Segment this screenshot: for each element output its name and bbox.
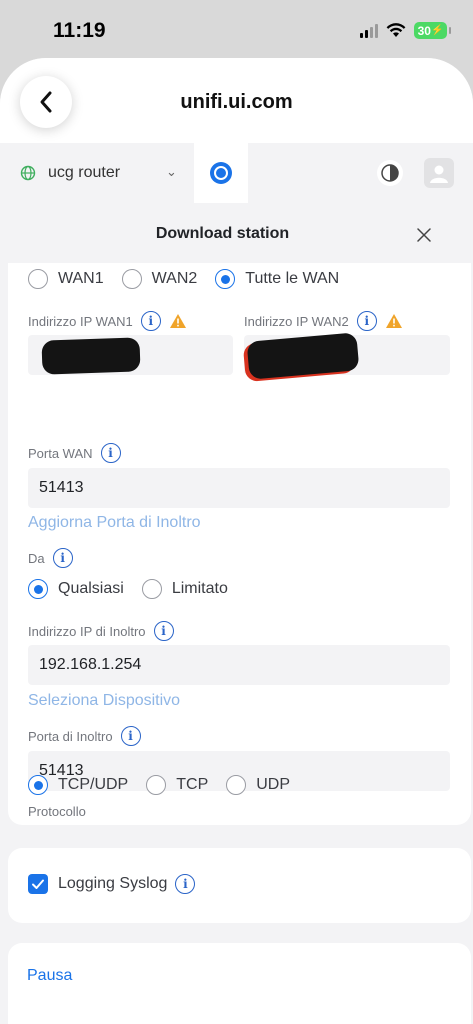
radio-all-wan-label: Tutte le WAN	[245, 270, 340, 287]
protocol-label: Protocollo	[28, 804, 86, 819]
forward-ip-label: Indirizzo IP di Inoltro	[28, 623, 146, 639]
chevron-down-icon[interactable]: ⌄	[166, 164, 177, 180]
forward-port-label: Porta di Inoltro	[28, 728, 113, 744]
port-forward-form: WAN1 WAN2 Tutte le WAN Indirizzo IP WAN1…	[8, 263, 471, 825]
status-icons: 30 ⚡	[360, 22, 451, 39]
contrast-icon	[381, 164, 399, 182]
radio-any-label: Qualsiasi	[58, 580, 124, 597]
battery-indicator: 30 ⚡	[414, 22, 451, 39]
radio-wan1-label: WAN1	[58, 270, 104, 287]
wan2-ip-label: Indirizzo IP WAN2	[244, 313, 349, 329]
wifi-icon	[386, 23, 406, 37]
radio-udp[interactable]	[226, 775, 247, 795]
select-device-link[interactable]: Seleziona Dispositivo	[28, 692, 180, 710]
cellular-signal-icon	[360, 23, 378, 38]
battery-level: 30	[417, 23, 431, 38]
info-icon[interactable]: i	[100, 443, 121, 463]
actions-card: Pausa	[8, 943, 471, 1024]
radio-any[interactable]	[28, 579, 48, 599]
syslog-label: Logging Syslog	[58, 875, 168, 892]
wan-port-label: Porta WAN	[28, 445, 93, 461]
avatar[interactable]	[424, 158, 454, 188]
wan-radio-group: WAN1 WAN2 Tutte le WAN	[28, 269, 357, 289]
modal-header: Download station	[0, 203, 473, 263]
close-icon	[417, 228, 431, 242]
theme-toggle-button[interactable]	[377, 160, 403, 186]
update-forward-port-link[interactable]: Aggiorna Porta di Inoltro	[28, 514, 201, 532]
syslog-card: Logging Syslog i	[8, 848, 471, 923]
network-app-tab[interactable]	[194, 143, 248, 203]
radio-tcp[interactable]	[146, 775, 167, 795]
radio-limited[interactable]	[141, 579, 162, 599]
forward-port-label-row: Porta di Inoltro i	[28, 726, 141, 746]
radio-udp-label: UDP	[256, 776, 291, 793]
globe-icon	[20, 165, 36, 181]
radio-all-wan[interactable]	[215, 269, 236, 289]
user-icon	[430, 165, 448, 183]
radio-wan1[interactable]	[28, 269, 48, 289]
browser-header: unifi.ui.com	[0, 58, 473, 143]
site-selector[interactable]: ucg router	[20, 164, 120, 182]
radio-wan2-label: WAN2	[151, 270, 198, 287]
redaction-mark	[41, 337, 141, 375]
wan-port-input[interactable]: 51413	[28, 468, 450, 508]
syslog-row: Logging Syslog i	[28, 874, 196, 894]
modal-title: Download station	[155, 225, 290, 242]
protocol-radio-group: TCP/UDP TCP UDP	[28, 775, 308, 795]
warning-icon	[169, 314, 186, 328]
wan-port-label-row: Porta WAN i	[28, 443, 121, 463]
status-bar: 11:19 30 ⚡	[0, 0, 473, 62]
forward-ip-label-row: Indirizzo IP di Inoltro i	[28, 621, 174, 641]
radio-wan2[interactable]	[121, 269, 142, 289]
info-icon[interactable]: i	[356, 311, 377, 331]
site-name: ucg router	[48, 164, 121, 181]
app-topbar: ucg router ⌄	[0, 143, 473, 203]
radio-tcp-udp-label: TCP/UDP	[58, 776, 129, 793]
warning-icon	[385, 314, 402, 328]
info-icon[interactable]: i	[52, 548, 73, 568]
forward-ip-input[interactable]: 192.168.1.254	[28, 645, 450, 685]
status-time: 11:19	[53, 19, 106, 42]
browser-sheet: unifi.ui.com ucg router ⌄ Download stati…	[0, 58, 473, 1024]
radio-tcp-label: TCP	[176, 776, 209, 793]
syslog-checkbox[interactable]	[28, 874, 48, 894]
wan1-ip-label-row: Indirizzo IP WAN1 i	[28, 311, 187, 331]
pause-button[interactable]: Pausa	[27, 967, 72, 985]
info-icon[interactable]: i	[120, 726, 141, 746]
from-label-row: Da i	[28, 548, 73, 568]
info-icon[interactable]: i	[140, 311, 161, 331]
url-label: unifi.ui.com	[180, 91, 293, 113]
wan1-ip-label: Indirizzo IP WAN1	[28, 313, 133, 329]
info-icon[interactable]: i	[153, 621, 174, 641]
radio-tcp-udp[interactable]	[28, 775, 48, 795]
from-label: Da	[28, 550, 45, 566]
wan2-ip-label-row: Indirizzo IP WAN2 i	[244, 311, 403, 331]
protocol-label-row: Protocollo	[28, 804, 86, 819]
close-button[interactable]	[414, 225, 434, 245]
info-icon[interactable]: i	[175, 874, 196, 894]
from-radio-group: Qualsiasi Limitato	[28, 579, 246, 599]
radio-limited-label: Limitato	[171, 580, 228, 597]
check-icon	[32, 879, 44, 889]
unifi-network-icon	[210, 162, 232, 184]
